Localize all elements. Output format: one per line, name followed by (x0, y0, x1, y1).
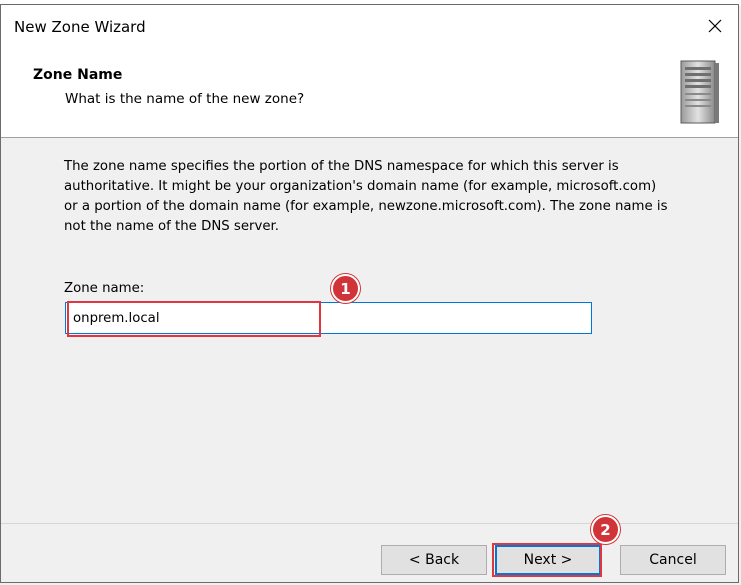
window-title: New Zone Wizard (14, 18, 146, 36)
page-subtitle: What is the name of the new zone? (65, 91, 305, 107)
cancel-button[interactable]: Cancel (620, 545, 726, 575)
close-icon (708, 19, 722, 33)
close-button[interactable] (692, 5, 738, 47)
zone-name-description: The zone name specifies the portion of t… (64, 159, 668, 234)
footer-separator (1, 523, 738, 524)
page-title: Zone Name (33, 67, 123, 83)
callout-badge-1: 1 (331, 274, 360, 303)
zone-name-input[interactable] (65, 302, 592, 334)
zone-name-label: Zone name: (64, 281, 145, 296)
new-zone-wizard-dialog: New Zone Wizard Zone Name What is the na… (0, 4, 739, 583)
server-icon (680, 60, 719, 124)
wizard-header: Zone Name What is the name of the new zo… (1, 47, 738, 138)
next-button[interactable]: Next > (495, 545, 601, 575)
title-bar: New Zone Wizard (1, 5, 738, 47)
callout-badge-2: 2 (591, 515, 620, 544)
back-button[interactable]: < Back (381, 545, 487, 575)
